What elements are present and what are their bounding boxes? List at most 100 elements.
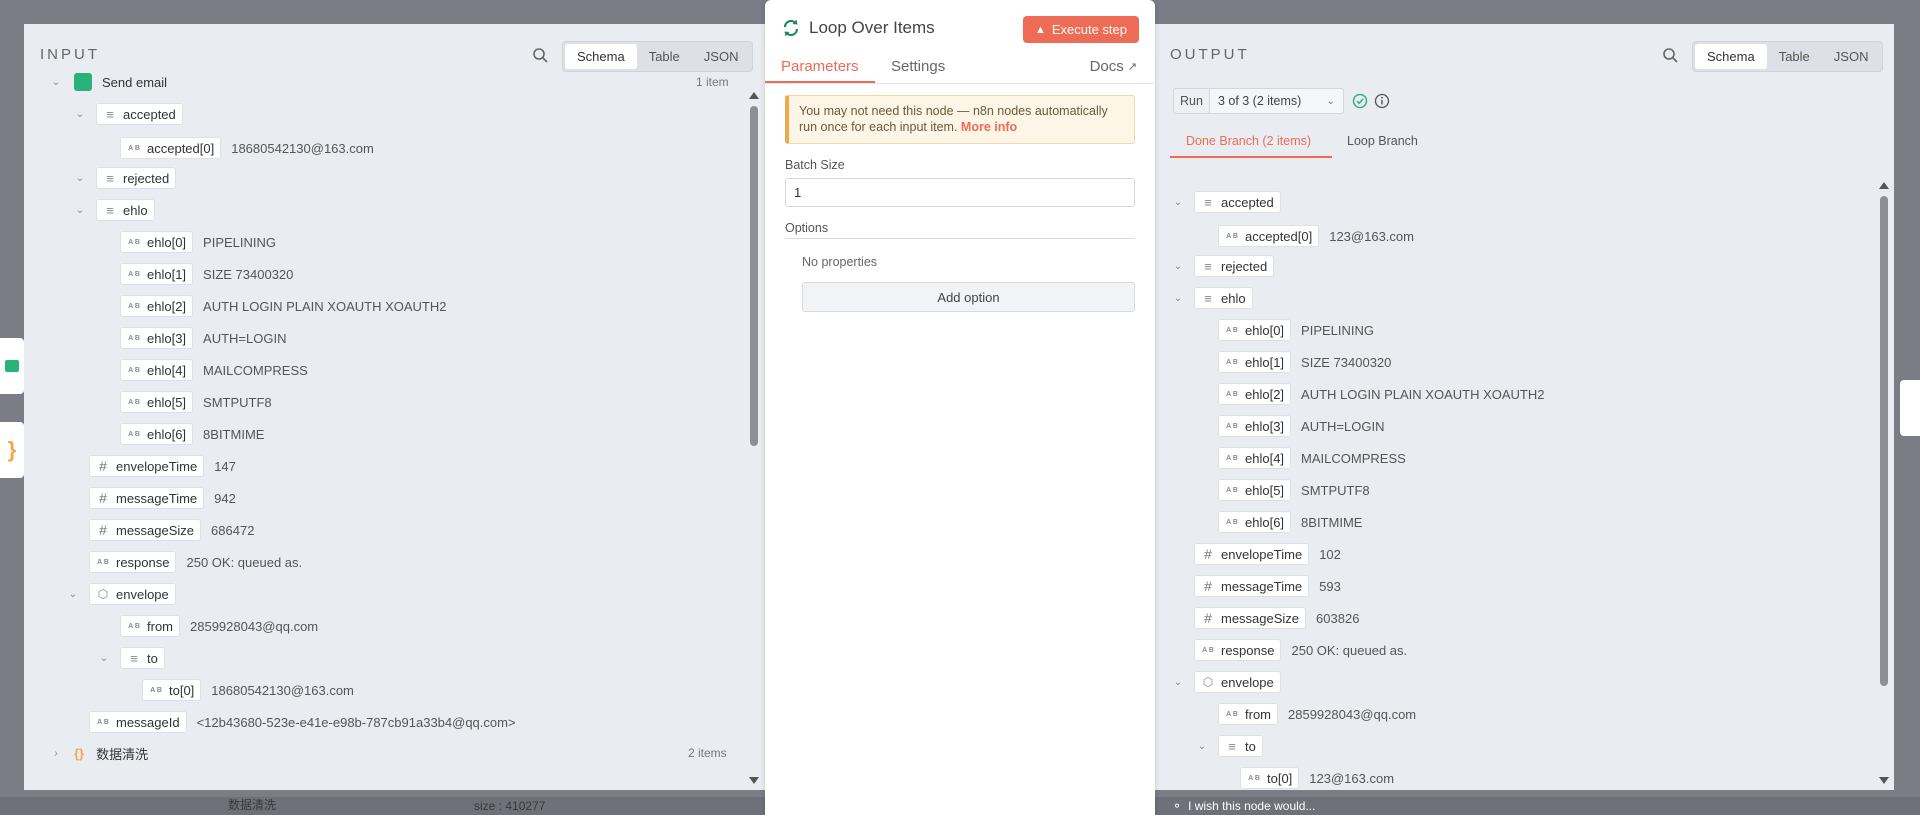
tab-done-branch[interactable]: Done Branch (2 items) (1186, 134, 1311, 148)
schema-row-ehlo5[interactable]: A B ehlo[5] SMTPUTF8 (120, 390, 272, 414)
output-scrollbar[interactable] (1878, 180, 1890, 786)
chevron-right-icon[interactable]: › (50, 747, 62, 759)
schema-row-rejected[interactable]: ⌄ ≡ rejected (76, 166, 177, 190)
field-name-pill[interactable]: A B ehlo[2] (1218, 383, 1292, 405)
field-name-pill[interactable]: ≡ ehlo (1194, 287, 1253, 309)
field-name-pill[interactable]: A B ehlo[6] (120, 423, 194, 445)
field-name-pill[interactable]: ⬡ envelope (1194, 671, 1281, 693)
schema-row-ehlo[interactable]: ⌄ ≡ ehlo (76, 198, 155, 222)
field-name-pill[interactable]: ≡ rejected (1194, 255, 1275, 277)
batch-size-input[interactable]: 1 (785, 178, 1135, 207)
field-name-pill[interactable]: A B ehlo[0] (1218, 319, 1292, 341)
chevron-down-icon[interactable]: ⌄ (98, 652, 110, 664)
field-name-pill[interactable]: ≡ ehlo (96, 199, 155, 221)
schema-row-from[interactable]: A B from 2859928043@qq.com (120, 614, 318, 638)
schema-row-messageTime[interactable]: # messageTime 593 (1194, 574, 1341, 598)
chevron-down-icon[interactable]: ⌄ (1172, 196, 1184, 208)
tab-settings[interactable]: Settings (891, 58, 945, 75)
field-name-pill[interactable]: A B messageId (89, 711, 187, 733)
field-name-pill[interactable]: A B to[0] (142, 679, 202, 701)
schema-row-messageSize[interactable]: # messageSize 686472 (89, 518, 254, 542)
schema-row-ehlo2[interactable]: A B ehlo[2] AUTH LOGIN PLAIN XOAUTH XOAUTH… (1218, 382, 1544, 406)
schema-row-ehlo3[interactable]: A B ehlo[3] AUTH=LOGIN (120, 326, 286, 350)
schema-row-to0[interactable]: A B to[0] 18680542130@163.com (142, 678, 354, 702)
chevron-down-icon[interactable]: ⌄ (1172, 260, 1184, 272)
field-name-pill[interactable]: A B response (89, 551, 177, 573)
field-name-pill[interactable]: # envelopeTime (89, 455, 205, 477)
execute-step-button[interactable]: ▲ Execute step (1022, 16, 1139, 43)
schema-row-ehlo1[interactable]: A B ehlo[1] SIZE 73400320 (120, 262, 293, 286)
schema-row-ehlo[interactable]: ⌄ ≡ ehlo (1174, 286, 1253, 310)
field-name-pill[interactable]: # envelopeTime (1194, 543, 1310, 565)
input-root-send-email[interactable]: ⌄ Send email (52, 70, 167, 94)
canvas-code-node[interactable]: } (0, 422, 24, 478)
schema-row-accepted[interactable]: ⌄ ≡ accepted (76, 102, 183, 126)
field-name-pill[interactable]: # messageTime (1194, 575, 1310, 597)
field-name-pill[interactable]: ≡ accepted (96, 103, 183, 125)
schema-row-response[interactable]: A B response 250 OK: queued as. (1194, 638, 1407, 662)
field-name-pill[interactable]: A B ehlo[2] (120, 295, 194, 317)
field-name-pill[interactable]: A B ehlo[3] (1218, 415, 1292, 437)
schema-row-to[interactable]: ⌄ ≡ to (100, 646, 165, 670)
field-name-pill[interactable]: A B ehlo[4] (1218, 447, 1292, 469)
field-name-pill[interactable]: # messageSize (1194, 607, 1307, 629)
schema-row-ehlo1[interactable]: A B ehlo[1] SIZE 73400320 (1218, 350, 1391, 374)
schema-row-ehlo4[interactable]: A B ehlo[4] MAILCOMPRESS (1218, 446, 1406, 470)
tab-parameters[interactable]: Parameters (781, 58, 859, 75)
docs-link[interactable]: Docs ↗ (1090, 58, 1137, 75)
field-name-pill[interactable]: A B accepted[0] (1218, 225, 1320, 247)
field-name-pill[interactable]: A B ehlo[5] (120, 391, 194, 413)
field-name-pill[interactable]: A B ehlo[0] (120, 231, 194, 253)
more-info-link[interactable]: More info (961, 120, 1017, 134)
field-name-pill[interactable]: ≡ accepted (1194, 191, 1281, 213)
field-name-pill[interactable]: A B accepted[0] (120, 137, 222, 159)
field-name-pill[interactable]: ≡ rejected (96, 167, 177, 189)
schema-row-envelopeTime[interactable]: # envelopeTime 147 (89, 454, 236, 478)
schema-row-ehlo4[interactable]: A B ehlo[4] MAILCOMPRESS (120, 358, 308, 382)
field-name-pill[interactable]: A B from (1218, 703, 1278, 725)
schema-row-ehlo2[interactable]: A B ehlo[2] AUTH LOGIN PLAIN XOAUTH XOAUTH… (120, 294, 446, 318)
field-name-pill[interactable]: ≡ to (1218, 735, 1263, 757)
canvas-next-node[interactable] (1900, 380, 1920, 436)
run-dropdown[interactable]: 3 of 3 (2 items) ⌄ (1208, 88, 1344, 114)
node-title[interactable]: Loop Over Items (809, 18, 935, 38)
chevron-down-icon[interactable]: ⌄ (1196, 740, 1208, 752)
field-name-pill[interactable]: ≡ to (120, 647, 165, 669)
chevron-down-icon[interactable]: ⌄ (74, 204, 86, 216)
schema-row-ehlo5[interactable]: A B ehlo[5] SMTPUTF8 (1218, 478, 1370, 502)
schema-row-from[interactable]: A B from 2859928043@qq.com (1218, 702, 1416, 726)
schema-row-to[interactable]: ⌄ ≡ to (1198, 734, 1263, 758)
schema-row-envelope[interactable]: ⌄ ⬡ envelope (69, 582, 176, 606)
schema-row-messageSize[interactable]: # messageSize 603826 (1194, 606, 1359, 630)
field-name-pill[interactable]: A B ehlo[6] (1218, 511, 1292, 533)
field-name-pill[interactable]: A B ehlo[5] (1218, 479, 1292, 501)
field-name-pill[interactable]: # messageTime (89, 487, 205, 509)
add-option-button[interactable]: Add option (802, 282, 1135, 312)
schema-row-accepted0[interactable]: A B accepted[0] 18680542130@163.com (120, 136, 374, 160)
schema-row-ehlo0[interactable]: A B ehlo[0] PIPELINING (1218, 318, 1374, 342)
field-name-pill[interactable]: A B ehlo[3] (120, 327, 194, 349)
run-selector[interactable]: Run 3 of 3 (2 items) ⌄ (1173, 88, 1390, 114)
field-name-pill[interactable]: A B to[0] (1240, 767, 1300, 789)
schema-row-messageId[interactable]: A B messageId <12b43680-523e-e41e-e98b-787… (89, 710, 516, 734)
schema-row-response[interactable]: A B response 250 OK: queued as. (89, 550, 302, 574)
schema-row-to0[interactable]: A B to[0] 123@163.com (1240, 766, 1394, 790)
input-scrollbar[interactable] (748, 90, 760, 786)
schema-row-accepted[interactable]: ⌄ ≡ accepted (1174, 190, 1281, 214)
schema-row-messageTime[interactable]: # messageTime 942 (89, 486, 236, 510)
field-name-pill[interactable]: A B ehlo[1] (1218, 351, 1292, 373)
schema-row-ehlo6[interactable]: A B ehlo[6] 8BITMIME (120, 422, 264, 446)
field-name-pill[interactable]: A B ehlo[1] (120, 263, 194, 285)
chevron-down-icon[interactable]: ⌄ (1172, 676, 1184, 688)
chevron-down-icon[interactable]: ⌄ (50, 76, 62, 88)
chevron-down-icon[interactable]: ⌄ (1172, 292, 1184, 304)
chevron-down-icon[interactable]: ⌄ (67, 588, 79, 600)
schema-row-envelope[interactable]: ⌄ ⬡ envelope (1174, 670, 1281, 694)
schema-row-rejected[interactable]: ⌄ ≡ rejected (1174, 254, 1275, 278)
tab-loop-branch[interactable]: Loop Branch (1347, 134, 1418, 148)
schema-row-envelopeTime[interactable]: # envelopeTime 102 (1194, 542, 1341, 566)
input-root-second-node[interactable]: ›{} 数据清洗 (54, 741, 148, 765)
feedback-prompt[interactable]: ⚬ I wish this node would... (1172, 799, 1315, 813)
chevron-down-icon[interactable]: ⌄ (74, 172, 86, 184)
field-name-pill[interactable]: A B response (1194, 639, 1282, 661)
